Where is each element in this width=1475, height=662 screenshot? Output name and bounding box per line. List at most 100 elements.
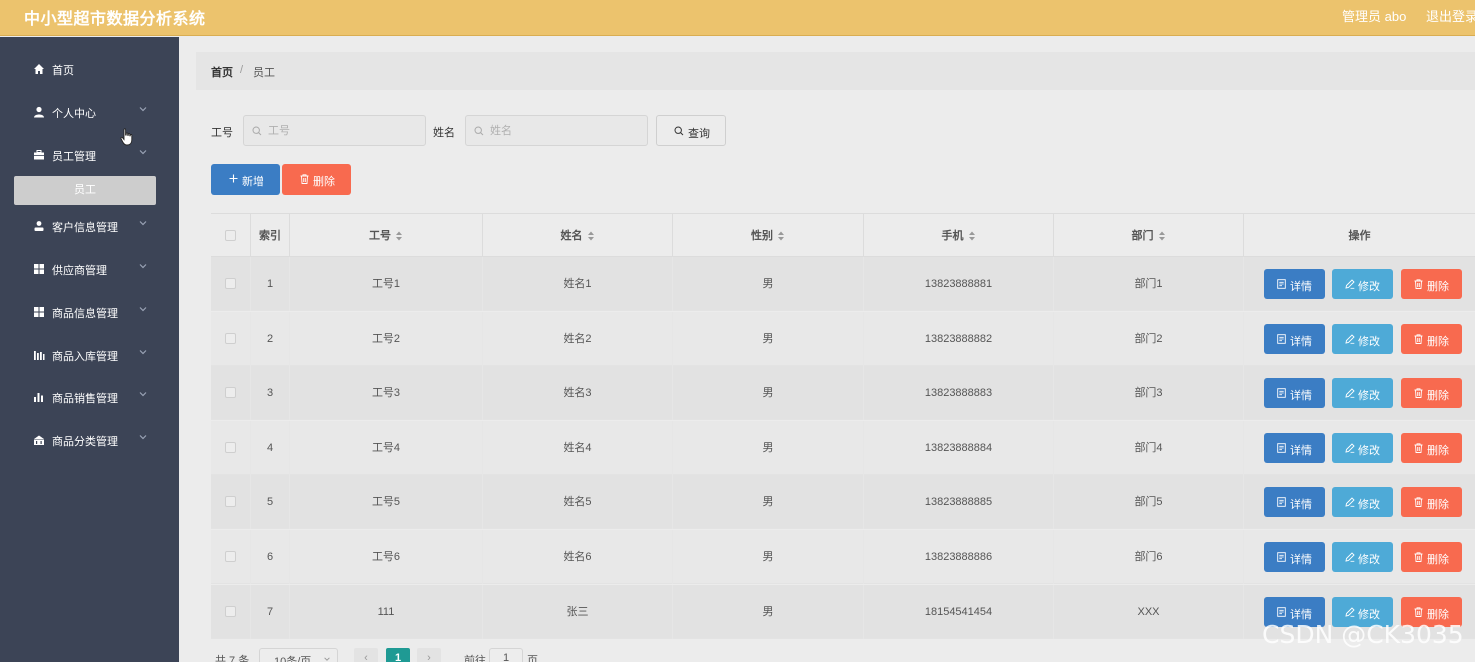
col-header-name[interactable]: 姓名 xyxy=(483,214,673,258)
row-checkbox[interactable] xyxy=(225,605,236,617)
sidebar-subitem-staff[interactable]: 员工 xyxy=(14,176,156,205)
row-checkbox[interactable] xyxy=(225,278,236,289)
search-icon xyxy=(474,126,484,136)
cell-gender: 男 xyxy=(673,420,864,475)
delete-button[interactable]: 删除 xyxy=(1401,323,1462,354)
sidebar-item-staff-management[interactable]: 员工管理 xyxy=(0,143,179,167)
detail-button[interactable]: 详情 xyxy=(1264,432,1325,463)
breadcrumb-home[interactable]: 首页 xyxy=(211,64,233,80)
goto-page-suffix: 页 xyxy=(527,655,538,662)
row-select-cell xyxy=(211,530,251,584)
sidebar-item-label: 客户信息管理 xyxy=(52,222,118,234)
sort-icon[interactable] xyxy=(1158,231,1166,241)
cell-dept: 部门2 xyxy=(1054,311,1244,366)
cell-index: 6 xyxy=(251,530,290,584)
row-checkbox[interactable] xyxy=(225,551,236,562)
cell-dept: 部门1 xyxy=(1054,257,1244,311)
document-icon xyxy=(1277,279,1286,289)
cell-phone: 13823888883 xyxy=(864,366,1054,421)
col-header-label: 部门 xyxy=(1131,230,1154,242)
sort-icon[interactable] xyxy=(777,231,785,241)
row-checkbox[interactable] xyxy=(225,496,236,508)
delete-button[interactable]: 删除 xyxy=(1401,487,1462,518)
delete-button[interactable]: 删除 xyxy=(1401,432,1462,463)
detail-button[interactable]: 详情 xyxy=(1264,378,1325,409)
select-all-cell xyxy=(211,214,251,258)
edit-button[interactable]: 修改 xyxy=(1332,323,1393,354)
edit-icon xyxy=(1345,333,1355,344)
sort-icon[interactable] xyxy=(968,231,976,241)
sort-icon[interactable] xyxy=(395,231,403,241)
id-search-input[interactable] xyxy=(243,115,426,146)
cell-dept: 部门4 xyxy=(1054,420,1244,475)
row-select-cell xyxy=(211,257,251,311)
cell-name: 姓名6 xyxy=(483,530,673,584)
pagination-total: 共 7 条 xyxy=(215,655,250,662)
cell-phone: 13823888882 xyxy=(864,311,1054,366)
sidebar-item-home[interactable]: 首页 xyxy=(0,57,179,81)
sidebar-item-customer-management[interactable]: 客户信息管理 xyxy=(0,214,179,238)
delete-button[interactable]: 删除 xyxy=(1401,542,1462,572)
delete-button[interactable]: 删除 xyxy=(1401,269,1462,299)
row-checkbox[interactable] xyxy=(225,441,236,453)
table-row: 1 工号1 姓名1 男 13823888881 部门1 详情 修改 删除 xyxy=(211,257,1475,311)
sidebar-item-product-info-management[interactable]: 商品信息管理 xyxy=(0,300,179,324)
detail-button[interactable]: 详情 xyxy=(1264,269,1325,299)
add-button[interactable]: 新增 xyxy=(211,164,280,195)
document-icon xyxy=(1277,552,1286,562)
edit-button[interactable]: 修改 xyxy=(1332,542,1393,572)
cell-index: 3 xyxy=(251,366,290,421)
goto-page-input[interactable] xyxy=(489,648,523,662)
sort-icon[interactable] xyxy=(587,231,595,241)
edit-button[interactable]: 修改 xyxy=(1332,269,1393,299)
cell-id: 工号6 xyxy=(290,530,483,584)
select-all-checkbox[interactable] xyxy=(225,230,236,241)
chevron-down-icon xyxy=(139,107,147,112)
col-header-label: 操作 xyxy=(1348,230,1371,242)
detail-button-label: 详情 xyxy=(1290,444,1312,457)
row-checkbox[interactable] xyxy=(225,332,236,344)
col-header-id[interactable]: 工号 xyxy=(290,214,483,258)
sidebar-item-stock-in-management[interactable]: 商品入库管理 xyxy=(0,343,179,367)
logout-link[interactable]: 退出登录 xyxy=(1426,6,1475,25)
edit-button-label: 修改 xyxy=(1358,554,1380,566)
cell-phone: 13823888881 xyxy=(864,257,1054,311)
sidebar-item-label: 供应商管理 xyxy=(52,265,107,277)
next-page-button[interactable]: › xyxy=(417,648,441,662)
prev-page-button[interactable]: ‹ xyxy=(354,648,378,662)
sidebar-item-label: 商品销售管理 xyxy=(52,393,118,405)
delete-button[interactable]: 删除 xyxy=(1401,378,1462,409)
home-icon xyxy=(34,64,44,74)
sidebar-item-personal-center[interactable]: 个人中心 xyxy=(0,100,179,124)
detail-button[interactable]: 详情 xyxy=(1264,487,1325,518)
col-header-label: 姓名 xyxy=(560,230,583,242)
cell-gender: 男 xyxy=(673,311,864,366)
row-checkbox[interactable] xyxy=(225,387,236,399)
sidebar-item-supplier-management[interactable]: 供应商管理 xyxy=(0,257,179,281)
page-size-select[interactable]: 10条/页 xyxy=(259,648,338,662)
edit-button[interactable]: 修改 xyxy=(1332,432,1393,463)
delete-button-label: 删除 xyxy=(1427,335,1449,348)
edit-button[interactable]: 修改 xyxy=(1332,487,1393,518)
query-button[interactable]: 查询 xyxy=(656,115,726,146)
breadcrumb-separator: / xyxy=(240,64,244,76)
detail-button[interactable]: 详情 xyxy=(1264,323,1325,354)
sidebar-item-label: 商品分类管理 xyxy=(52,436,118,448)
cell-id: 工号3 xyxy=(290,366,483,421)
chevron-down-icon xyxy=(139,264,147,269)
sidebar-item-category-management[interactable]: 商品分类管理 xyxy=(0,428,179,452)
cell-name: 姓名3 xyxy=(483,366,673,421)
sidebar-item-sales-management[interactable]: 商品销售管理 xyxy=(0,385,179,409)
detail-button[interactable]: 详情 xyxy=(1264,542,1325,572)
col-header-dept[interactable]: 部门 xyxy=(1054,214,1244,258)
document-icon xyxy=(1277,333,1286,344)
name-search-input[interactable] xyxy=(465,115,648,146)
cell-dept: 部门6 xyxy=(1054,530,1244,584)
col-header-gender[interactable]: 性别 xyxy=(673,214,864,258)
col-header-phone[interactable]: 手机 xyxy=(864,214,1054,258)
current-user[interactable]: 管理员 abo xyxy=(1342,6,1406,25)
page-number-current[interactable]: 1 xyxy=(386,648,410,662)
batch-delete-button[interactable]: 删除 xyxy=(282,164,351,195)
cell-id: 工号5 xyxy=(290,475,483,530)
edit-button[interactable]: 修改 xyxy=(1332,378,1393,409)
